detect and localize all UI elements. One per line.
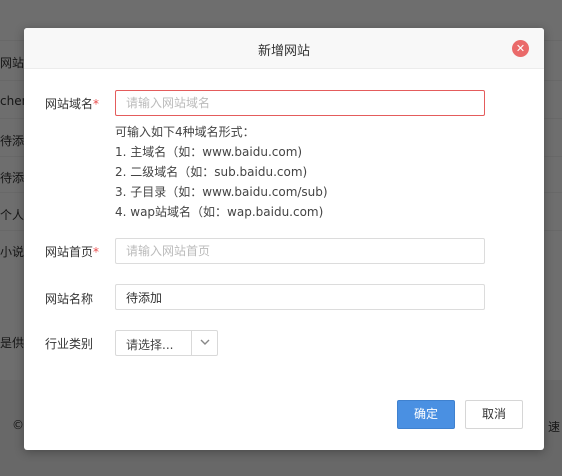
industry-label: 行业类别 (45, 337, 94, 351)
industry-select[interactable]: 请选择... (115, 330, 218, 356)
homepage-label: 网站首页* (45, 245, 100, 259)
cancel-button[interactable]: 取消 (465, 400, 523, 429)
domain-hint-item: 4. wap站域名（如：wap.baidu.com) (115, 205, 324, 219)
site-name-label: 网站名称 (45, 292, 94, 306)
domain-label: 网站域名* (45, 97, 100, 111)
add-website-dialog: 新增网站 ✕ 网站域名* 可输入如下4种域名形式： 1. 主域名（如：www.b… (24, 28, 544, 450)
domain-hint-item: 3. 子目录（如：www.baidu.com/sub) (115, 185, 328, 199)
industry-select-value: 请选择... (126, 338, 174, 352)
site-name-input[interactable] (115, 284, 485, 310)
domain-input[interactable] (115, 90, 485, 116)
domain-hint-intro: 可输入如下4种域名形式： (115, 125, 255, 139)
domain-hint-item: 2. 二级域名（如：sub.baidu.com) (115, 165, 308, 179)
homepage-input[interactable] (115, 238, 485, 264)
confirm-button[interactable]: 确定 (397, 400, 455, 429)
dialog-title: 新增网站 (257, 44, 310, 59)
domain-hint-item: 1. 主域名（如：www.baidu.com) (115, 145, 303, 159)
chevron-down-icon[interactable] (191, 331, 217, 355)
close-icon[interactable]: ✕ (512, 40, 529, 57)
dialog-header: 新增网站 ✕ (24, 28, 544, 69)
